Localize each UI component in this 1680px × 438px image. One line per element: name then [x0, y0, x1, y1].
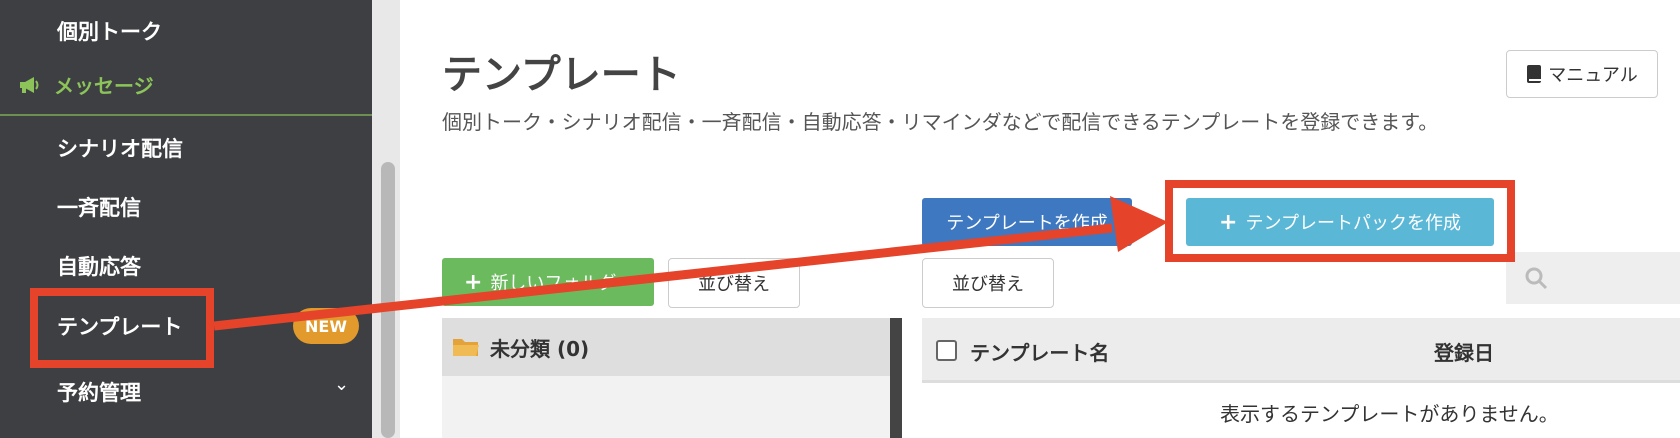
highlight-box-pack-button: [1165, 180, 1515, 262]
column-header-registered-date[interactable]: 登録日: [1434, 337, 1494, 366]
folder-label: 未分類 (0): [490, 336, 590, 361]
chevron-down-icon[interactable]: ⌄: [334, 374, 349, 395]
folder-icon: [453, 339, 479, 356]
new-folder-button[interactable]: + 新しいフォルダ: [442, 258, 654, 306]
plus-icon: +: [464, 269, 483, 295]
sidebar-section-label: メッセージ: [54, 74, 154, 98]
select-all-checkbox[interactable]: [936, 340, 957, 361]
sidebar-item-reservation[interactable]: 予約管理: [57, 377, 141, 407]
manual-button-label: マニュアル: [1548, 65, 1638, 86]
search-icon: [1525, 267, 1548, 290]
column-header-template-name[interactable]: テンプレート名: [970, 337, 1109, 366]
folder-item-unclassified[interactable]: 未分類 (0): [442, 318, 890, 376]
create-template-button[interactable]: テンプレートを作成: [922, 198, 1132, 246]
new-badge: NEW: [293, 308, 359, 344]
page-title: テンプレート: [442, 52, 681, 98]
sort-folders-button[interactable]: 並び替え: [668, 258, 800, 308]
page-subtitle: 個別トーク・シナリオ配信・一斉配信・自動応答・リマインダなどで配信できるテンプレ…: [442, 110, 1439, 134]
book-icon: [1527, 65, 1542, 83]
sidebar-item-auto-reply[interactable]: 自動応答: [57, 251, 141, 281]
sidebar-scrollbar-thumb[interactable]: [381, 162, 395, 438]
highlight-box-template-menu: [30, 288, 214, 368]
manual-button[interactable]: マニュアル: [1506, 50, 1658, 98]
sidebar-divider: [0, 114, 372, 116]
megaphone-icon: [20, 76, 39, 93]
sort-templates-button[interactable]: 並び替え: [922, 258, 1054, 308]
sidebar-item-broadcast[interactable]: 一斉配信: [57, 192, 141, 222]
sidebar-item-talk[interactable]: 個別トーク: [57, 16, 162, 46]
panel-divider[interactable]: [890, 318, 902, 438]
new-folder-label: 新しいフォルダ: [490, 273, 617, 294]
empty-table-message: 表示するテンプレートがありません。: [1220, 402, 1559, 426]
sidebar-section-message[interactable]: メッセージ: [18, 70, 154, 99]
search-input[interactable]: [1506, 252, 1680, 304]
sidebar-item-scenario[interactable]: シナリオ配信: [57, 133, 183, 163]
sidebar: 個別トーク メッセージ シナリオ配信 一斉配信 自動応答 テンプレート NEW …: [0, 0, 372, 438]
